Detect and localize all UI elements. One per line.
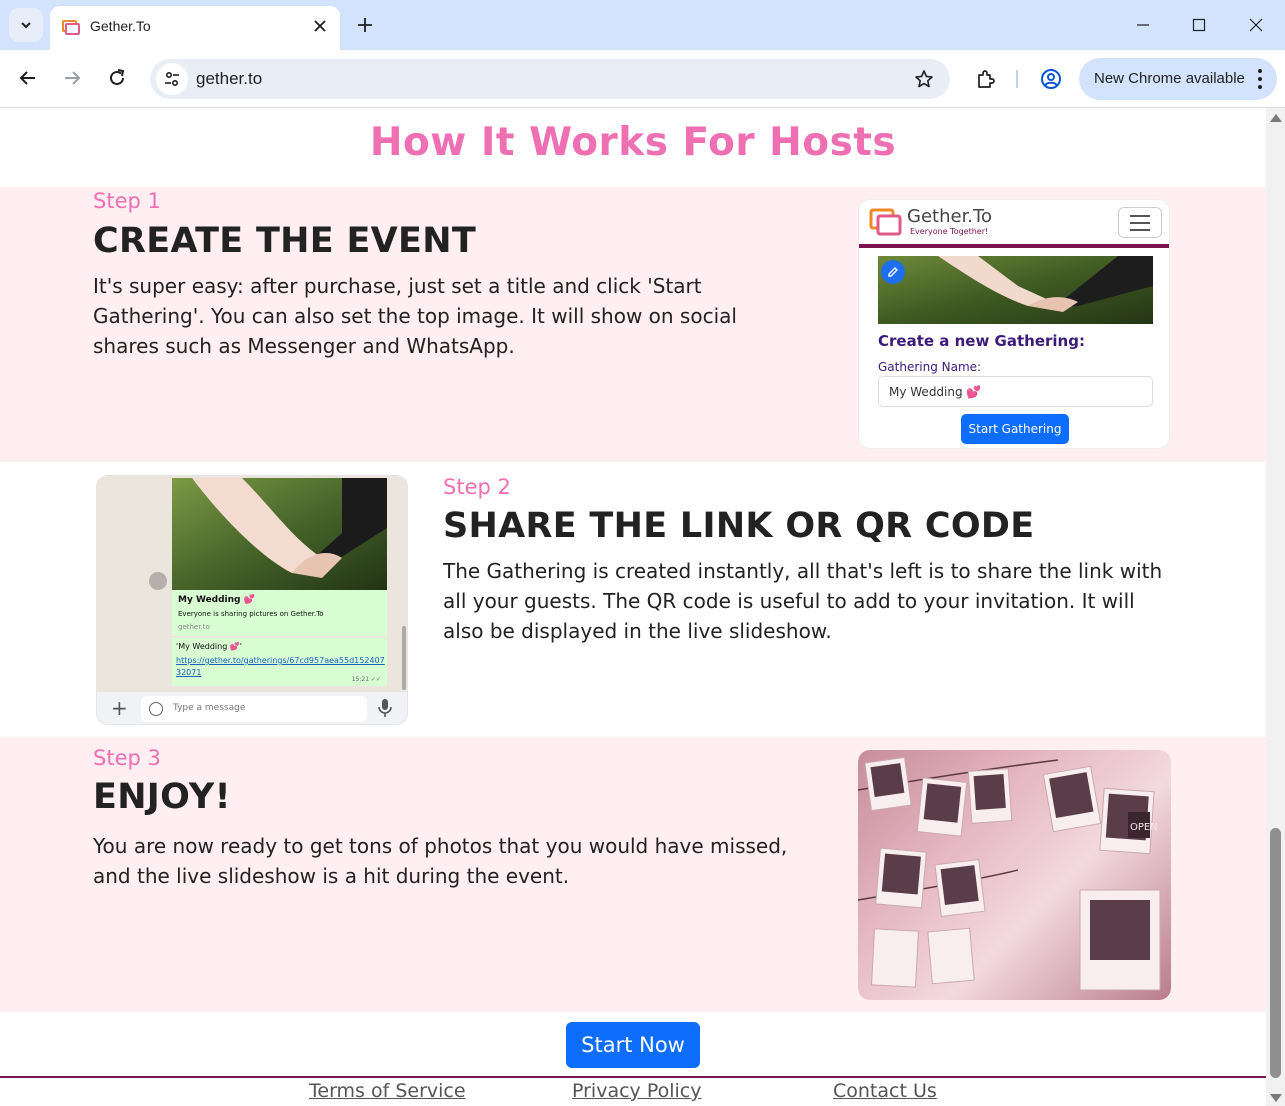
toolbar-separator (1016, 70, 1018, 88)
page-scrollbar[interactable] (1266, 108, 1285, 1106)
step-2-screenshot: My Wedding 💕 Everyone is sharing picture… (96, 475, 408, 725)
footer-divider (0, 1076, 1266, 1078)
minimize-button[interactable] (1128, 10, 1158, 40)
maximize-icon (1192, 18, 1206, 32)
wa-emoji-icon (149, 702, 163, 716)
mock-name-label: Gathering Name: (878, 360, 982, 374)
contact-us-link[interactable]: Contact Us (833, 1080, 937, 1102)
wa-message-subtitle: Everyone is sharing pictures on Gether.T… (178, 610, 324, 618)
tab-strip: Gether.To (0, 0, 1285, 50)
step-1-label: Step 1 (93, 189, 161, 213)
wedding-hands-photo (878, 256, 1153, 324)
address-bar[interactable]: gether.to (150, 59, 950, 99)
forward-button[interactable] (56, 62, 88, 94)
reload-icon (110, 69, 125, 85)
start-now-button[interactable]: Start Now (566, 1022, 700, 1068)
tab-title: Gether.To (90, 18, 151, 34)
puzzle-icon (978, 70, 995, 88)
close-icon (1249, 18, 1263, 32)
extensions-button[interactable] (970, 64, 1000, 94)
page-title: How It Works For Hosts (369, 120, 897, 165)
collage-open-sign: OPEN (1130, 822, 1158, 833)
site-info-button[interactable] (156, 63, 188, 95)
scroll-down-arrow-icon[interactable] (1270, 1094, 1282, 1102)
whatsapp-message-preview: My Wedding 💕 Everyone is sharing picture… (172, 590, 387, 636)
whatsapp-message-link: 'My Wedding 💕' https://gether.to/gatheri… (172, 638, 387, 686)
gether-logo-icon (869, 208, 902, 236)
account-circle-icon (1041, 69, 1061, 89)
step-2-label: Step 2 (443, 475, 511, 499)
url-text[interactable]: gether.to (196, 69, 262, 89)
profile-button[interactable] (1036, 64, 1066, 94)
wa-placeholder: Type a message (173, 703, 246, 713)
maximize-button[interactable] (1184, 10, 1214, 40)
wa-link-title: 'My Wedding 💕' (176, 642, 242, 651)
wa-mic-icon (378, 699, 392, 717)
forward-icon (149, 572, 167, 590)
terms-of-service-link[interactable]: Terms of Service (309, 1080, 466, 1102)
arrow-right-icon (65, 71, 81, 85)
wa-message-time: 15:21 ✓✓ (351, 676, 381, 683)
step-2-section: My Wedding 💕 Everyone is sharing picture… (0, 462, 1266, 737)
active-tab[interactable]: Gether.To (50, 6, 340, 50)
step-2-heading: SHARE THE LINK OR QR CODE (443, 506, 1035, 546)
step-2-text: The Gathering is created instantly, all … (443, 559, 1163, 643)
wa-message-title: My Wedding 💕 (178, 595, 255, 605)
step-1-screenshot: Gether.To Everyone Together! Create a ne… (858, 199, 1170, 449)
privacy-policy-link[interactable]: Privacy Policy (572, 1080, 701, 1102)
wa-attach-plus-icon: + (111, 696, 128, 720)
plus-icon (358, 18, 372, 32)
whatsapp-compose-bar: + Type a message (97, 692, 407, 724)
scrollbar-thumb[interactable] (1270, 828, 1281, 1078)
mock-create-title: Create a new Gathering: (878, 332, 1085, 350)
chrome-update-button[interactable]: New Chrome available (1079, 58, 1277, 100)
mock-name-value: My Wedding 💕 (889, 385, 982, 399)
wedding-hands-photo (172, 478, 387, 590)
back-button[interactable] (12, 62, 44, 94)
kebab-menu-icon[interactable] (1255, 69, 1265, 89)
minimize-icon (1137, 24, 1149, 26)
reload-button[interactable] (101, 62, 133, 94)
tab-close-icon[interactable] (310, 16, 330, 36)
step-3-label: Step 3 (93, 746, 161, 770)
page-viewport: How It Works For Hosts Step 1 CREATE THE… (0, 108, 1266, 1106)
step-3-photo-collage: OPEN (858, 750, 1171, 1000)
arrow-left-icon (19, 71, 35, 85)
bookmark-star-icon[interactable] (912, 67, 936, 91)
new-tab-button[interactable] (352, 12, 378, 38)
chevron-down-icon (21, 22, 31, 29)
mock-logo-name: Gether.To (907, 206, 992, 227)
mock-logo-tagline: Everyone Together! (910, 227, 989, 236)
tune-icon (165, 71, 179, 87)
scroll-up-arrow-icon[interactable] (1270, 114, 1282, 122)
wa-scrollbar (402, 626, 406, 690)
step-1-section: Step 1 CREATE THE EVENT It's super easy:… (0, 187, 1266, 462)
step-3-section: Step 3 ENJOY! You are now ready to get t… (0, 737, 1266, 1012)
polaroid-wall-photo (858, 756, 1161, 991)
wa-message-domain: gether.to (178, 623, 210, 631)
step-3-text: You are now ready to get tons of photos … (93, 834, 788, 888)
browser-toolbar: gether.to New Chrome available (0, 50, 1285, 108)
tab-search-button[interactable] (9, 8, 43, 42)
step-3-heading: ENJOY! (93, 777, 231, 817)
mock-start-gathering-button: Start Gathering (961, 414, 1069, 444)
edit-image-icon (881, 260, 905, 284)
step-1-text: It's super easy: after purchase, just se… (93, 274, 737, 358)
close-window-button[interactable] (1241, 10, 1271, 40)
mock-hamburger-icon (1118, 207, 1162, 238)
chrome-update-label: New Chrome available (1094, 70, 1245, 87)
step-1-heading: CREATE THE EVENT (93, 221, 477, 261)
wa-message-input: Type a message (141, 696, 367, 722)
mock-navbar: Gether.To Everyone Together! (859, 200, 1169, 248)
mock-name-input: My Wedding 💕 (878, 376, 1153, 407)
gether-favicon-icon (62, 20, 80, 35)
